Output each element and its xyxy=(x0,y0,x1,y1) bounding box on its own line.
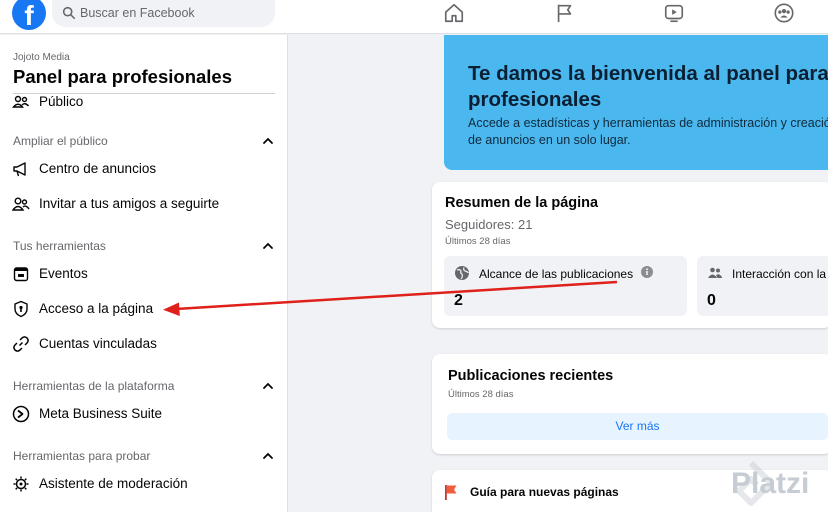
sidebar-title: Panel para profesionales xyxy=(13,66,233,87)
metric-page-interaction[interactable]: Interacción con la página 0 xyxy=(697,256,828,316)
metric-value: 0 xyxy=(707,292,716,309)
metric-value: 2 xyxy=(454,292,463,309)
search-placeholder: Buscar en Facebook xyxy=(80,6,195,20)
welcome-title: Te damos la bienvenida al panel para pro… xyxy=(468,61,828,113)
people-icon xyxy=(708,267,722,278)
search-input[interactable]: Buscar en Facebook xyxy=(52,0,275,27)
sidebar-item-label: Meta Business Suite xyxy=(39,406,163,421)
sidebar-item-label: Cuentas vinculadas xyxy=(39,336,157,351)
metric-label: Interacción con la página xyxy=(732,267,828,281)
welcome-banner: Te damos la bienvenida al panel para pro… xyxy=(444,35,828,170)
sidebar-item-invitar-amigos[interactable]: Invitar a tus amigos a seguirte xyxy=(0,189,288,219)
period-label: Últimos 28 días xyxy=(445,236,511,247)
video-icon[interactable] xyxy=(663,2,685,24)
globe-icon xyxy=(455,266,469,280)
metric-post-reach[interactable]: Alcance de las publicaciones 2 xyxy=(444,256,687,316)
welcome-description: Accede a estadísticas y herramientas de … xyxy=(468,115,828,149)
professional-dashboard-sidebar: Jojoto Media Panel para profesionales Pú… xyxy=(0,35,288,512)
chevron-up-icon[interactable] xyxy=(261,449,275,463)
search-icon xyxy=(62,6,76,20)
audience-icon xyxy=(12,95,30,108)
welcome-description-line: Accede a estadísticas y herramientas de … xyxy=(468,116,828,130)
facebook-logo[interactable]: f xyxy=(12,0,46,31)
info-icon[interactable] xyxy=(641,266,653,278)
page-summary-title: Resumen de la página xyxy=(445,195,599,211)
section-title-ampliar: Ampliar el público xyxy=(13,134,108,148)
sidebar-item-cuentas-vinculadas[interactable]: Cuentas vinculadas xyxy=(0,329,288,359)
welcome-title-line: profesionales xyxy=(468,88,602,111)
welcome-description-line: de anuncios en un solo lugar. xyxy=(468,133,631,147)
top-navigation-bar: f Buscar en Facebook xyxy=(0,0,828,34)
sidebar-item-meta-business-suite[interactable]: Meta Business Suite xyxy=(0,399,288,429)
new-page-guide-label: Guía para nuevas páginas xyxy=(470,485,619,499)
sidebar-item-label: Público xyxy=(39,94,84,109)
sidebar-item-label: Centro de anuncios xyxy=(39,161,157,176)
calendar-icon xyxy=(13,267,29,282)
chevron-up-icon[interactable] xyxy=(261,239,275,253)
sidebar-item-label: Asistente de moderación xyxy=(39,476,188,491)
sidebar-item-label: Acceso a la página xyxy=(39,301,154,316)
chevron-up-icon[interactable] xyxy=(261,134,275,148)
sidebar-item-asistente-moderacion[interactable]: Asistente de moderación xyxy=(0,469,288,499)
sidebar-item-publico[interactable]: Público xyxy=(0,87,288,117)
sidebar-item-centro-anuncios[interactable]: Centro de anuncios xyxy=(0,154,288,184)
sidebar-item-acceso-pagina[interactable]: Acceso a la página xyxy=(0,294,288,324)
shield-icon xyxy=(14,300,28,318)
megaphone-icon xyxy=(13,162,26,177)
platzi-watermark: Platzi xyxy=(731,467,810,500)
page-name: Jojoto Media xyxy=(13,52,70,63)
followers-count: Seguidores: 21 xyxy=(445,217,533,232)
moderation-assist-icon xyxy=(13,476,29,492)
welcome-title-line: Te damos la bienvenida al panel para xyxy=(468,62,828,85)
section-title-plataforma: Herramientas de la plataforma xyxy=(13,379,175,393)
groups-icon[interactable] xyxy=(773,2,795,24)
sidebar-item-eventos[interactable]: Eventos xyxy=(0,259,288,289)
flag-icon xyxy=(445,485,457,500)
metric-label: Alcance de las publicaciones xyxy=(479,267,634,281)
chevron-up-icon[interactable] xyxy=(261,379,275,393)
meta-business-suite-icon xyxy=(12,405,30,423)
period-label: Últimos 28 días xyxy=(448,389,514,400)
section-title-herramientas: Tus herramientas xyxy=(13,239,106,253)
home-icon[interactable] xyxy=(443,2,465,24)
sidebar-item-label: Invitar a tus amigos a seguirte xyxy=(39,196,220,211)
recent-posts-title: Publicaciones recientes xyxy=(448,368,614,384)
flag-icon[interactable] xyxy=(554,2,576,24)
link-icon xyxy=(13,336,29,352)
sidebar-item-label: Eventos xyxy=(39,266,88,281)
invite-friends-icon xyxy=(12,197,30,211)
see-more-button[interactable]: Ver más xyxy=(447,413,828,440)
section-title-probar: Herramientas para probar xyxy=(13,449,151,463)
